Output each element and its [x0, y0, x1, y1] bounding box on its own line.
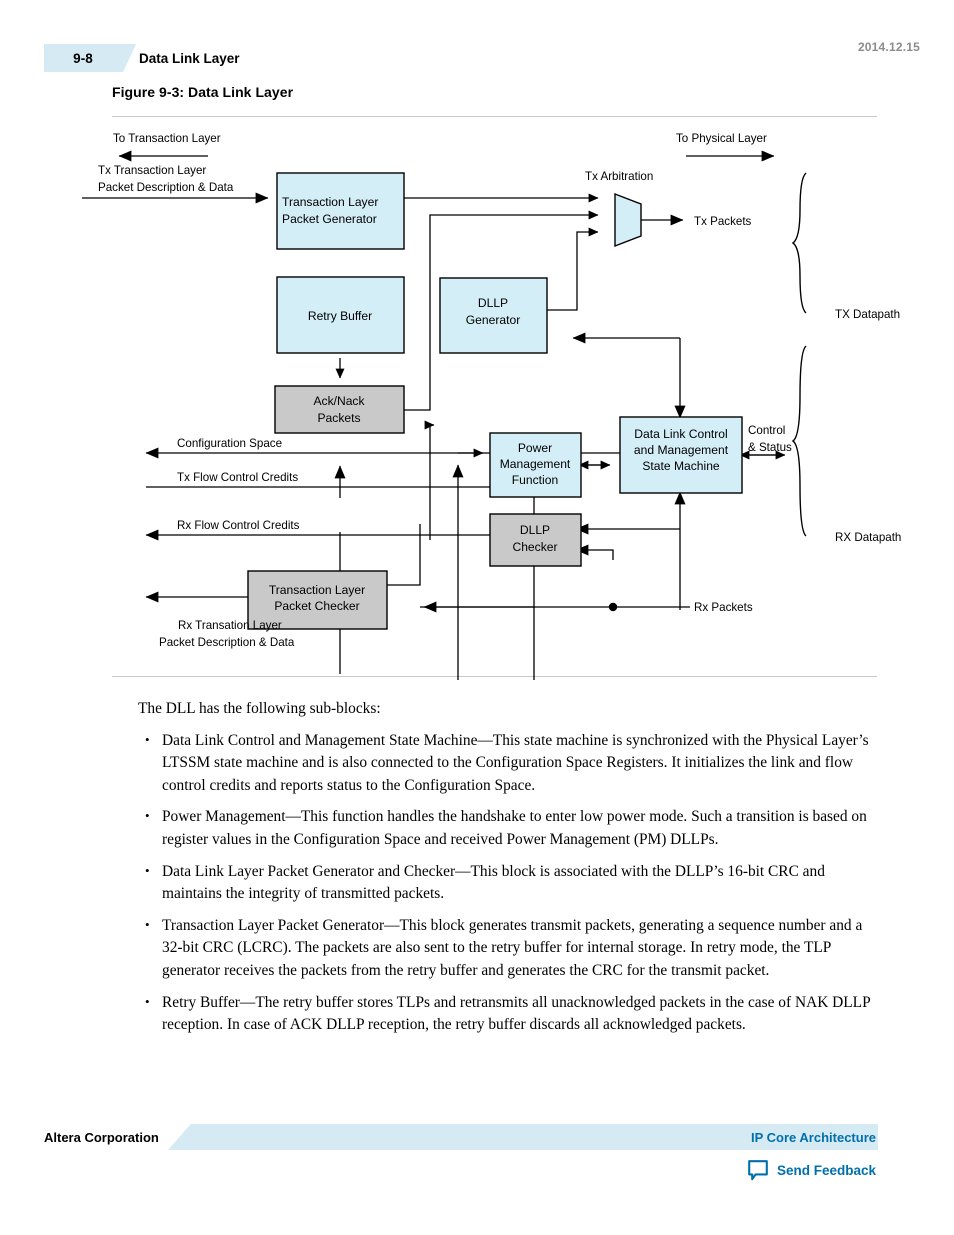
document-date: 2014.12.15 [857, 40, 920, 54]
label-control-status-line1: Control [748, 424, 785, 437]
page-header: 9-8 Data Link Layer 2014.12.15 [0, 0, 954, 80]
label-rx-datapath: RX Datapath [835, 531, 901, 544]
label-configuration-space: Configuration Space [177, 437, 282, 450]
label-to-transaction-layer: To Transaction Layer [113, 132, 221, 145]
box-power-mgmt-line1: Power [518, 441, 552, 455]
brace-tx-datapath [791, 172, 807, 314]
label-control-status-line2: & Status [748, 441, 792, 454]
page-number: 9-8 [73, 50, 93, 66]
label-tx-datapath: TX Datapath [835, 308, 900, 321]
label-tx-flow-control-credits: Tx Flow Control Credits [177, 471, 298, 484]
list-item: Data Link Layer Packet Generator and Che… [138, 860, 878, 906]
label-rx-packets: Rx Packets [694, 601, 753, 614]
label-tx-packets: Tx Packets [694, 215, 752, 228]
label-tx-tl-desc-line1: Tx Transaction Layer [98, 164, 206, 177]
footer-doc-link[interactable]: IP Core Architecture [751, 1124, 876, 1150]
list-item: Data Link Control and Management State M… [138, 729, 878, 798]
list-item: Transaction Layer Packet Generator—This … [138, 914, 878, 983]
box-ack-nack-line2: Packets [317, 411, 360, 425]
box-ack-nack-line1: Ack/Nack [313, 394, 365, 408]
body-content: The DLL has the following sub-blocks: Da… [138, 698, 878, 1046]
box-transaction-layer-packet-generator [276, 172, 405, 250]
list-item: Power Management—This function handles t… [138, 805, 878, 851]
data-link-layer-diagram: Transaction Layer Packet Generator Retry… [0, 110, 954, 680]
box-dllp-generator-line1: DLLP [478, 296, 508, 310]
mux-tx-arbitration [614, 192, 642, 248]
send-feedback-link[interactable]: Send Feedback [747, 1156, 876, 1184]
label-rx-tl-desc-line2: Packet Description & Data [159, 636, 295, 649]
box-tlp-checker-line1: Transaction Layer [269, 583, 365, 597]
box-dlcmsm-line1: Data Link Control [634, 427, 727, 441]
list-item: Retry Buffer—The retry buffer stores TLP… [138, 991, 878, 1037]
label-to-physical-layer: To Physical Layer [676, 132, 767, 145]
figure-title: Figure 9-3: Data Link Layer [112, 84, 294, 100]
box-tlp-generator-line2: Packet Generator [282, 212, 377, 226]
chapter-title: Data Link Layer [139, 50, 240, 66]
label-rx-tl-desc-line1: Rx Transation Layer [178, 619, 282, 632]
box-tlp-generator-line1: Transaction Layer [282, 195, 378, 209]
box-retry-buffer-label: Retry Buffer [308, 309, 372, 323]
sub-blocks-list: Data Link Control and Management State M… [138, 729, 878, 1037]
box-power-mgmt-line2: Management [500, 457, 571, 471]
junction-dot-rx-packets [608, 602, 618, 612]
footer-company: Altera Corporation [44, 1129, 159, 1145]
box-power-mgmt-line3: Function [512, 473, 558, 487]
send-feedback-label: Send Feedback [776, 1162, 876, 1178]
label-tx-arbitration: Tx Arbitration [585, 170, 653, 183]
box-dlcmsm-line2: and Management [634, 443, 729, 457]
box-dllp-checker-line2: Checker [512, 540, 557, 554]
box-dllp-checker-line1: DLLP [520, 523, 550, 537]
label-rx-flow-control-credits: Rx Flow Control Credits [177, 519, 300, 532]
label-tx-tl-desc-line2: Packet Description & Data [98, 181, 234, 194]
speech-bubble-icon [747, 1159, 769, 1181]
brace-rx-datapath [791, 345, 807, 537]
box-dllp-generator-line2: Generator [466, 313, 520, 327]
box-tlp-checker-line2: Packet Checker [274, 599, 359, 613]
body-intro: The DLL has the following sub-blocks: [138, 700, 381, 717]
box-dlcmsm-line3: State Machine [642, 459, 720, 473]
